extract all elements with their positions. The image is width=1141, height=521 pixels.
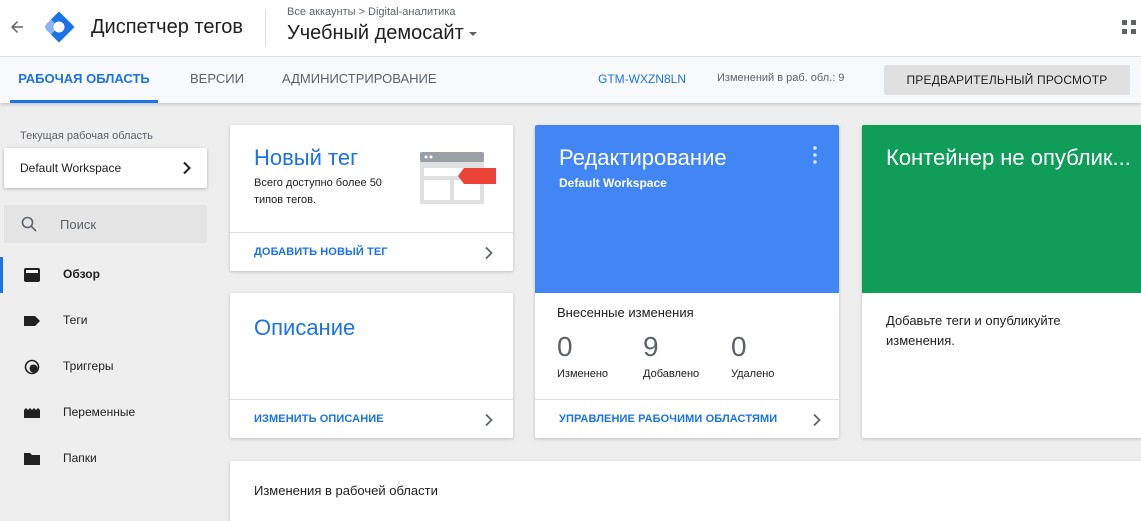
folder-icon (24, 453, 40, 465)
sidebar-item-label: Триггеры (63, 359, 114, 373)
edit-description-label: ИЗМЕНИТЬ ОПИСАНИЕ (254, 413, 384, 425)
trigger-icon (24, 359, 40, 375)
container-id-link[interactable]: GTM-WXZN8LN (598, 72, 686, 86)
tab-versions[interactable]: ВЕРСИИ (190, 57, 244, 103)
publish-status-header: Контейнер не опублик... (862, 125, 1141, 293)
tag-manager-logo-icon (45, 11, 75, 43)
editing-title: Редактирование (559, 145, 727, 170)
workspace-name: Default Workspace (20, 161, 122, 175)
tab-admin[interactable]: АДМИНИСТРИРОВАНИЕ (282, 57, 437, 103)
manage-workspaces-label: УПРАВЛЕНИЕ РАБОЧИМИ ОБЛАСТЯМИ (559, 413, 778, 425)
edit-description-link[interactable]: ИЗМЕНИТЬ ОПИСАНИЕ (230, 399, 513, 438)
overview-icon (24, 268, 40, 282)
stat-deleted: 0 Удалено (731, 330, 774, 380)
editing-card-header: Редактирование Default Workspace (535, 125, 839, 293)
tag-icon (24, 316, 40, 326)
sidebar-item-triggers[interactable]: Триггеры (0, 344, 220, 390)
chevron-right-icon (485, 246, 493, 260)
add-new-tag-label: ДОБАВИТЬ НОВЫЙ ТЕГ (254, 246, 388, 258)
variables-icon (24, 408, 40, 418)
workspace-selector[interactable]: Default Workspace (4, 148, 207, 188)
new-tag-card: Новый тег Всего доступно более 50 типов … (230, 125, 513, 271)
workspace-changes-title: Изменения в рабочей области (254, 483, 438, 498)
chevron-right-icon (813, 413, 821, 427)
container-selector[interactable]: Учебный демосайт (287, 22, 478, 45)
changes-title: Внесенные изменения (557, 305, 694, 320)
chevron-right-icon (183, 161, 191, 175)
sidebar-item-label: Папки (63, 451, 97, 465)
new-tag-illustration-icon (420, 152, 496, 204)
app-header: Диспетчер тегов Все аккаунты > Digital-а… (0, 0, 1141, 56)
sidebar-item-label: Переменные (63, 405, 136, 419)
stat-label: Изменено (557, 368, 609, 380)
search-icon (21, 216, 37, 232)
stat-label: Удалено (731, 368, 775, 380)
sidebar-item-folders[interactable]: Папки (0, 436, 220, 482)
apps-grid-icon[interactable] (1122, 20, 1136, 34)
caret-down-icon (468, 31, 477, 36)
current-workspace-label: Текущая рабочая область (20, 130, 153, 142)
sidebar-item-tags[interactable]: Теги (0, 298, 220, 344)
tab-bar: РАБОЧАЯ ОБЛАСТЬ ВЕРСИИ АДМИНИСТРИРОВАНИЕ… (0, 56, 1141, 103)
workspace-changes-count: Изменений в раб. обл.: 9 (717, 72, 845, 84)
manage-workspaces-link[interactable]: УПРАВЛЕНИЕ РАБОЧИМИ ОБЛАСТЯМИ (535, 399, 839, 438)
preview-button[interactable]: ПРЕДВАРИТЕЛЬНЫЙ ПРОСМОТР (884, 65, 1130, 95)
container-name: Учебный демосайт (287, 22, 464, 44)
stat-value: 0 (731, 331, 747, 362)
sidebar-item-label: Обзор (63, 267, 100, 281)
search-input[interactable] (60, 214, 200, 234)
sidebar-search (4, 205, 207, 243)
description-card: Описание ИЗМЕНИТЬ ОПИСАНИЕ (230, 293, 513, 438)
stat-modified: 0 Изменено (557, 330, 608, 380)
stat-added: 9 Добавлено (643, 330, 699, 380)
breadcrumb[interactable]: Все аккаунты > Digital-аналитика (287, 6, 456, 18)
sidebar-item-variables[interactable]: Переменные (0, 390, 220, 436)
sidebar-item-label: Теги (63, 313, 88, 327)
editing-workspace-name: Default Workspace (559, 176, 667, 190)
header-divider (265, 10, 266, 46)
editing-card: Редактирование Default Workspace Внесенн… (535, 125, 839, 438)
stat-value: 9 (643, 331, 659, 362)
publish-status-title: Контейнер не опублик... (886, 145, 1131, 170)
publish-status-text: Добавьте теги и опубликуйте изменения. (886, 313, 1061, 348)
chevron-right-icon (485, 413, 493, 427)
add-new-tag-link[interactable]: ДОБАВИТЬ НОВЫЙ ТЕГ (230, 232, 513, 271)
stat-label: Добавлено (643, 368, 700, 380)
stat-value: 0 (557, 331, 573, 362)
more-vert-icon[interactable] (809, 145, 821, 165)
workspace-changes-card: Изменения в рабочей области (230, 461, 1141, 521)
back-arrow-icon[interactable] (8, 18, 26, 36)
description-title: Описание (254, 315, 356, 340)
sidebar-item-overview[interactable]: Обзор (0, 252, 220, 298)
new-tag-description: Всего доступно более 50 типов тегов. (254, 177, 382, 206)
new-tag-title[interactable]: Новый тег (254, 145, 358, 171)
tab-workspace[interactable]: РАБОЧАЯ ОБЛАСТЬ (10, 57, 158, 103)
publish-status-card: Контейнер не опублик... Добавьте теги и … (862, 125, 1141, 438)
app-title: Диспетчер тегов (91, 16, 244, 38)
